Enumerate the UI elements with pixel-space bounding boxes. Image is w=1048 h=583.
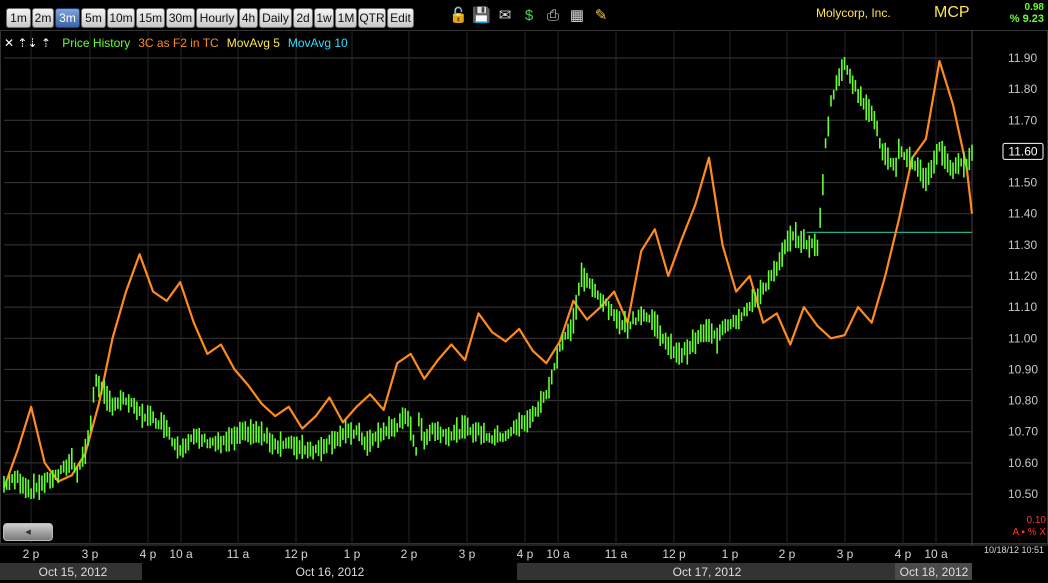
y-tick-label: 11.80 [1008, 82, 1037, 96]
y-tick-label: 10.70 [1008, 425, 1038, 439]
legend-item-2[interactable]: MovAvg 5 [227, 36, 280, 50]
x-tick-label: 2 p [401, 547, 418, 561]
y-tick-label: 10.80 [1008, 394, 1038, 408]
date-label: Oct 18, 2012 [900, 565, 969, 579]
x-tick-label: 10 a [169, 547, 193, 561]
x-tick-label: 4 p [517, 547, 534, 561]
date-label: Oct 16, 2012 [296, 565, 365, 579]
x-tick-label: 1 p [344, 547, 361, 561]
legend-item-1[interactable]: 3C as F2 in TC [138, 36, 218, 50]
x-tick-label: 11 a [605, 547, 628, 561]
y-tick-label: 10.50 [1008, 487, 1038, 501]
legend-item-0[interactable]: Price History [62, 36, 130, 50]
x-tick-label: 3 p [459, 547, 476, 561]
y-tick-label: 11.50 [1008, 176, 1037, 190]
x-tick-label: 10 a [546, 547, 570, 561]
scrollbar-thumb[interactable]: ◂ [3, 523, 53, 541]
x-tick-label: 12 p [284, 547, 308, 561]
y-tick-label: 11.70 [1008, 113, 1037, 127]
y-tick-label: 11.40 [1008, 207, 1037, 221]
date-label: Oct 15, 2012 [39, 565, 108, 579]
price-chart: 11.90 11.80 11.70 11.60 11.50 11.40 11.30 11.20… [0, 30, 1048, 580]
y-tick-label: 11.10 [1008, 300, 1037, 314]
x-tick-label: 2 p [779, 547, 796, 561]
plot-frame [0, 30, 1048, 544]
indicator-scale-value: 0.10 [1026, 515, 1046, 526]
x-tick-label: 1 p [722, 547, 739, 561]
x-tick-label: 10 a [924, 547, 948, 561]
last-price-label: 11.60 [1008, 144, 1037, 158]
legend-item-3[interactable]: MovAvg 10 [288, 36, 348, 50]
x-tick-label: 2 p [23, 547, 40, 561]
series-line-3c [2, 60, 974, 489]
x-tick-label: 12 p [662, 547, 686, 561]
y-tick-label: 11.20 [1008, 269, 1037, 283]
date-label: Oct 17, 2012 [673, 565, 742, 579]
x-tick-label: 4 p [895, 547, 912, 561]
indicator-controls[interactable]: A ▪ % X [1012, 527, 1046, 538]
y-tick-label: 11.30 [1008, 238, 1037, 252]
timestamp: 10/18/12 10:51 [983, 545, 1044, 555]
x-tick-label: 3 p [82, 547, 99, 561]
legend: ✕ ⇡⇣ ⇡ Price History 3C as F2 in TC MovAvg… [4, 36, 356, 50]
legend-controls-icon[interactable]: ✕ ⇡⇣ ⇡ [4, 36, 51, 50]
y-tick-label: 10.90 [1008, 362, 1038, 376]
y-tick-label: 11.00 [1008, 331, 1037, 345]
x-tick-label: 3 p [837, 547, 854, 561]
x-tick-label: 11 a [227, 547, 250, 561]
x-tick-label: 4 p [140, 547, 157, 561]
y-tick-label: 10.60 [1008, 456, 1038, 470]
y-tick-label: 11.90 [1008, 51, 1037, 65]
